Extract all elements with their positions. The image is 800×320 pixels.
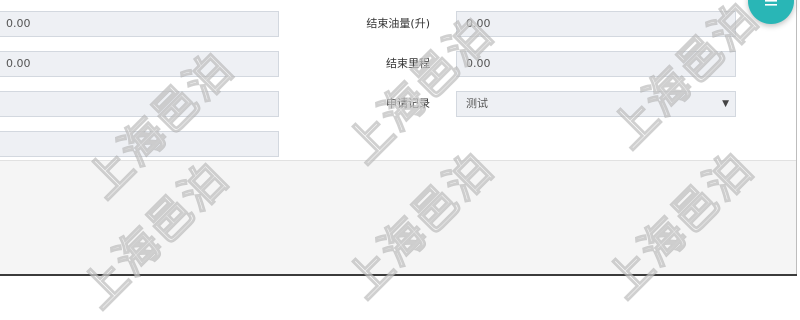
- end-fuel-field[interactable]: 0.00: [456, 11, 736, 37]
- panel-bottom-border: [0, 274, 797, 276]
- left-field-1[interactable]: 0.00: [0, 11, 279, 37]
- end-mileage-field[interactable]: 0.00: [456, 51, 736, 77]
- left-field-2[interactable]: 0.00: [0, 51, 279, 77]
- end-mileage-label: 结束里程: [386, 57, 430, 70]
- application-record-select[interactable]: 测试 ▼: [456, 91, 736, 117]
- application-record-selected: 测试: [466, 97, 488, 110]
- form-footer: [0, 160, 796, 275]
- end-fuel-label: 结束油量(升): [366, 17, 430, 30]
- panel-right-border: [796, 0, 797, 276]
- left-field-3[interactable]: [0, 91, 279, 117]
- application-record-label: 申请记录: [386, 97, 430, 110]
- floating-action-button[interactable]: [748, 0, 794, 24]
- list-icon: [765, 0, 777, 6]
- caret-down-icon: ▼: [722, 99, 729, 109]
- left-field-4[interactable]: [0, 131, 279, 157]
